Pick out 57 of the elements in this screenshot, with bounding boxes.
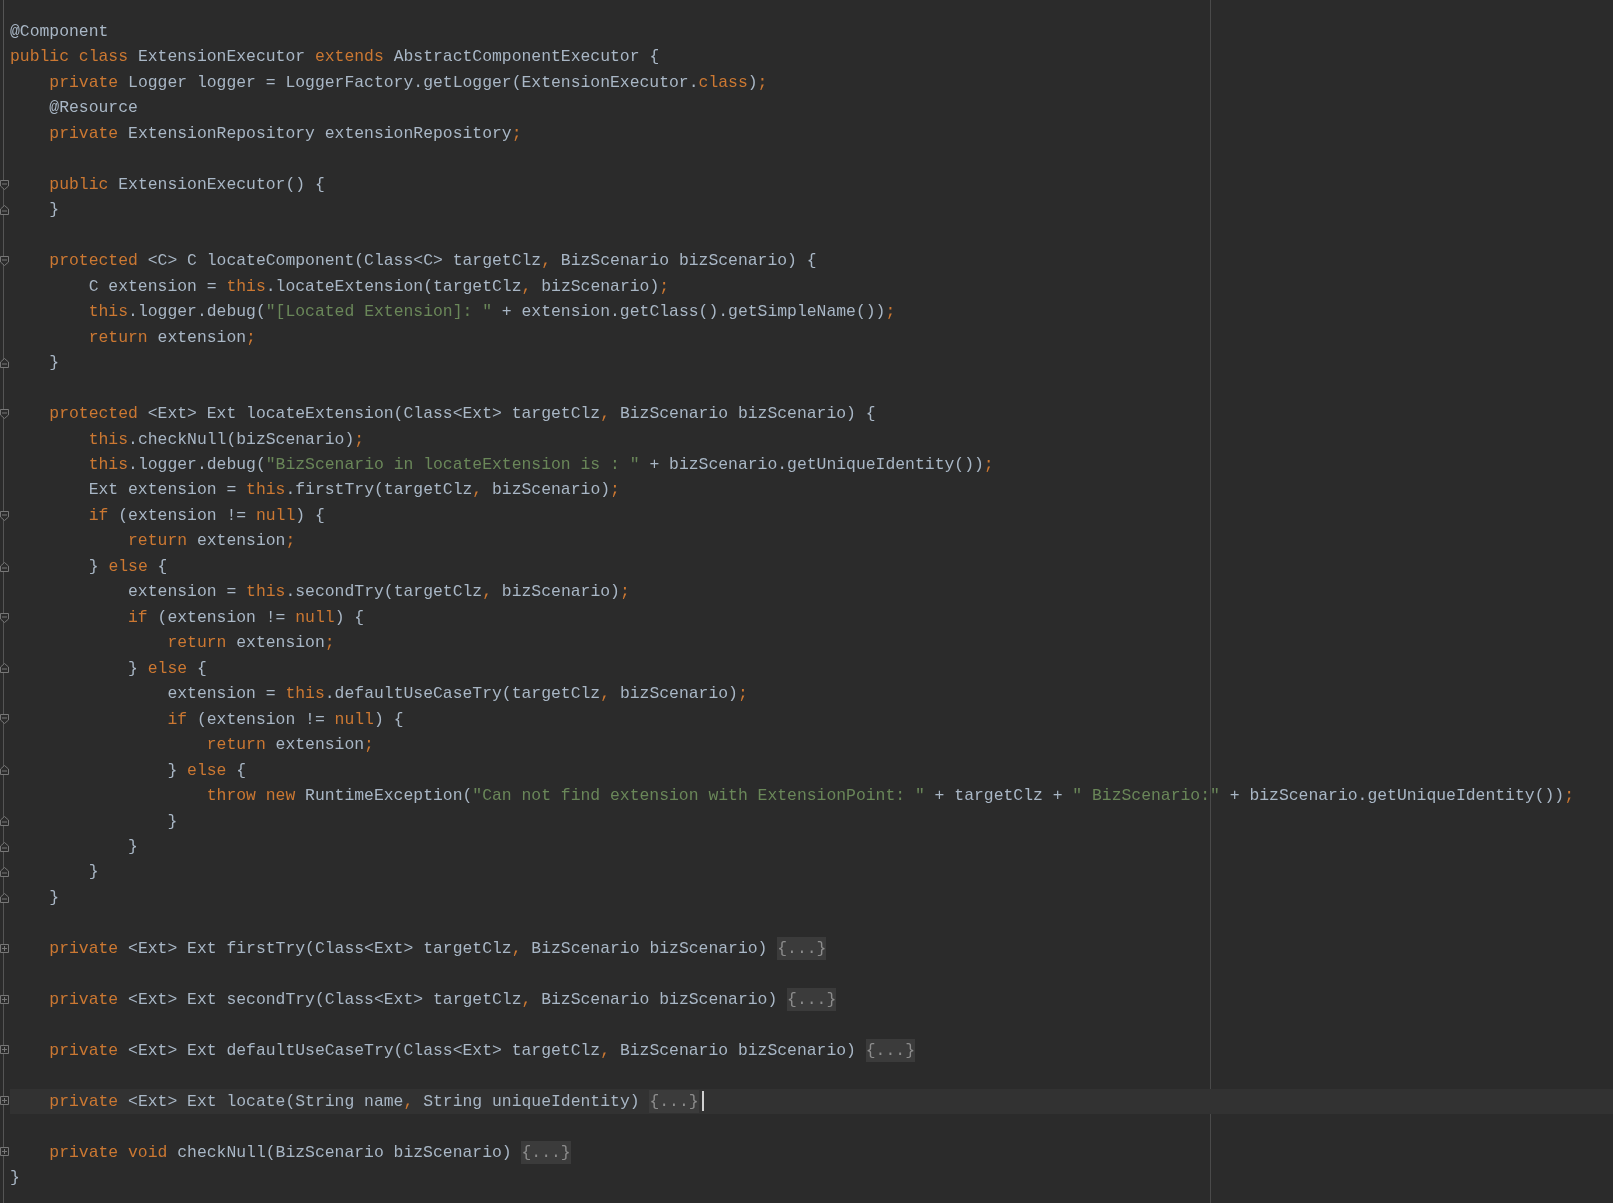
code-line: if (extension != null) { [87,504,326,527]
expand-icon[interactable] [0,1096,9,1107]
code-line: @Component [10,21,110,43]
fold-marker-icon[interactable] [0,408,9,419]
code-line: } [87,861,100,884]
code-line: return extension; [205,734,375,757]
code-line: return extension; [127,530,297,553]
fold-end-marker-icon[interactable] [0,892,9,903]
code-line: return extension; [166,632,336,655]
code-line: private void checkNull(BizScenario bizScenario) {...} [48,1139,572,1166]
code-line: extension = this.defaultUseCaseTry(targetClz, bizScenario); [166,683,749,706]
code-line: C extension = this.locateExtension(targetClz, bizScenario); [87,275,671,298]
code-line: public ExtensionExecutor() { [48,173,326,196]
fold-marker-icon[interactable] [0,714,9,725]
code-line: if (extension != null) { [166,708,405,731]
fold-marker-icon[interactable] [0,510,9,521]
fold-end-marker-icon[interactable] [0,867,9,878]
code-line: this.logger.debug("BizScenario in locateExtension is : " + bizScenario.getUniqueIdentity()); [87,453,995,476]
code-line: } [48,199,61,222]
code-line: protected <C> C locateComponent(Class<C> targetClz, BizScenario bizScenario) { [48,250,818,273]
code-line: this.checkNull(bizScenario); [87,428,366,451]
expand-icon[interactable] [0,994,9,1005]
code-line: this.logger.debug("[Located Extension]: " + extension.getClass().getSimpleName()); [87,301,897,324]
fold-marker-icon[interactable] [0,179,9,190]
fold-end-marker-icon[interactable] [0,816,9,827]
code-line: private <Ext> Ext firstTry(Class<Ext> targetClz, BizScenario bizScenario) {...} [48,935,828,962]
code-line: private <Ext> Ext defaultUseCaseTry(Class<Ext> targetClz, BizScenario bizScenario) {...} [48,1037,916,1064]
fold-end-marker-icon[interactable] [0,357,9,368]
expand-icon[interactable] [0,1045,9,1056]
code-line: return extension; [87,326,257,349]
code-line: throw new RuntimeException("Can not find extension with ExtensionPoint: " + targetClz + " BizScenario:" + bizScenario.getUniqueIdentity()); [205,785,1575,808]
fold-end-marker-icon[interactable] [0,205,9,215]
code-line: extension = this.secondTry(targetClz, bizScenario); [127,581,631,604]
code-line: } [10,1167,21,1190]
code-line: } [166,810,179,833]
code-line: protected <Ext> Ext locateExtension(Class<Ext> targetClz, BizScenario bizScenario) { [48,403,877,426]
expand-icon[interactable] [0,1147,9,1158]
code-line: if (extension != null) { [127,606,366,629]
code-line: public class ExtensionExecutor extends AbstractComponentExecutor { [10,46,661,69]
code-line: Ext extension = this.firstTry(targetClz, bizScenario); [87,479,621,502]
code-line: } else { [127,657,208,680]
fold-marker-icon[interactable] [0,612,9,623]
code-line: } else { [166,759,248,782]
fold-end-marker-icon[interactable] [0,765,9,776]
code-line: @Resource [48,97,139,120]
code-line: } [48,886,61,909]
code-line: } [48,352,61,375]
code-line: private ExtensionRepository extensionRepository; [48,122,523,145]
fold-marker-icon[interactable] [0,255,9,266]
fold-end-marker-icon[interactable] [0,561,9,572]
fold-end-marker-icon[interactable] [0,663,9,674]
code-line: private <Ext> Ext secondTry(Class<Ext> targetClz, BizScenario bizScenario) {...} [48,986,838,1013]
code-line: } else { [87,555,169,578]
expand-icon[interactable] [0,943,9,954]
code-line: } [127,836,139,858]
fold-end-marker-icon[interactable] [0,841,9,852]
code-line: private Logger logger = LoggerFactory.getLogger(ExtensionExecutor.class); [48,71,769,94]
